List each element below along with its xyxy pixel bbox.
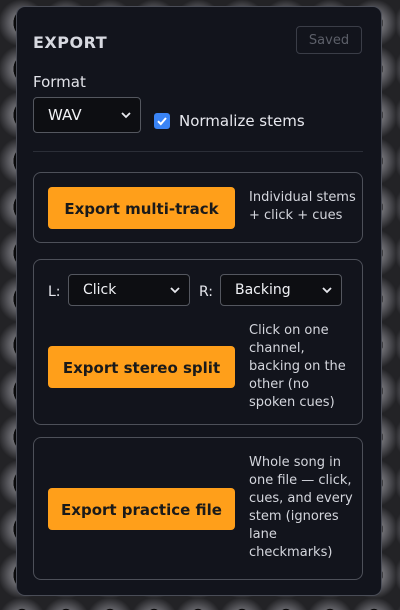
practice-file-card: Export practice file Whole song in one f… <box>33 437 363 580</box>
format-select[interactable]: WAV <box>33 97 141 133</box>
right-channel-label: R: <box>199 284 214 300</box>
description-line: lane <box>249 527 277 542</box>
panel-title: EXPORT <box>33 33 108 52</box>
description-line: checkmarks) <box>249 545 333 560</box>
multitrack-card: Export multi-track Individual stems + cl… <box>33 172 363 243</box>
description-line: cues, and every <box>249 491 353 506</box>
saved-button[interactable]: Saved <box>296 26 362 54</box>
description-line: stem (ignores <box>249 509 339 524</box>
right-channel-select[interactable]: Backing <box>220 274 342 306</box>
description-line: backing on the <box>249 359 346 374</box>
description-line: spoken cues) <box>249 395 335 410</box>
export-practice-file-button[interactable]: Export practice file <box>48 488 235 530</box>
divider <box>33 151 363 152</box>
stereo-split-card: L: Click R: Backing Export stereo split … <box>33 259 363 425</box>
export-panel: EXPORT Saved Format WAV Normalize stems … <box>16 6 382 596</box>
checkmark-icon <box>157 117 167 126</box>
description-line: + click + cues <box>249 208 343 223</box>
chevron-down-icon <box>322 287 332 294</box>
format-label: Format <box>33 73 86 91</box>
export-stereo-split-button[interactable]: Export stereo split <box>48 346 235 388</box>
stereo-description: Click on one channel, backing on the oth… <box>249 322 346 412</box>
export-multitrack-button[interactable]: Export multi-track <box>48 187 235 229</box>
description-line: one file — click, <box>249 473 352 488</box>
format-select-value: WAV <box>48 106 82 124</box>
left-channel-label: L: <box>48 284 61 300</box>
left-channel-value: Click <box>83 282 117 298</box>
description-line: Individual stems <box>249 190 356 205</box>
practice-description: Whole song in one file — click, cues, an… <box>249 454 353 562</box>
description-line: Whole song in <box>249 455 341 470</box>
right-channel-value: Backing <box>235 282 291 298</box>
chevron-down-icon <box>121 112 131 119</box>
left-channel-select[interactable]: Click <box>68 274 190 306</box>
normalize-label: Normalize stems <box>179 112 305 130</box>
normalize-checkbox[interactable] <box>154 113 170 129</box>
description-line: Click on one <box>249 323 329 338</box>
description-line: channel, <box>249 341 305 356</box>
description-line: other (no <box>249 377 310 392</box>
multitrack-description: Individual stems + click + cues <box>249 189 356 225</box>
chevron-down-icon <box>170 287 180 294</box>
